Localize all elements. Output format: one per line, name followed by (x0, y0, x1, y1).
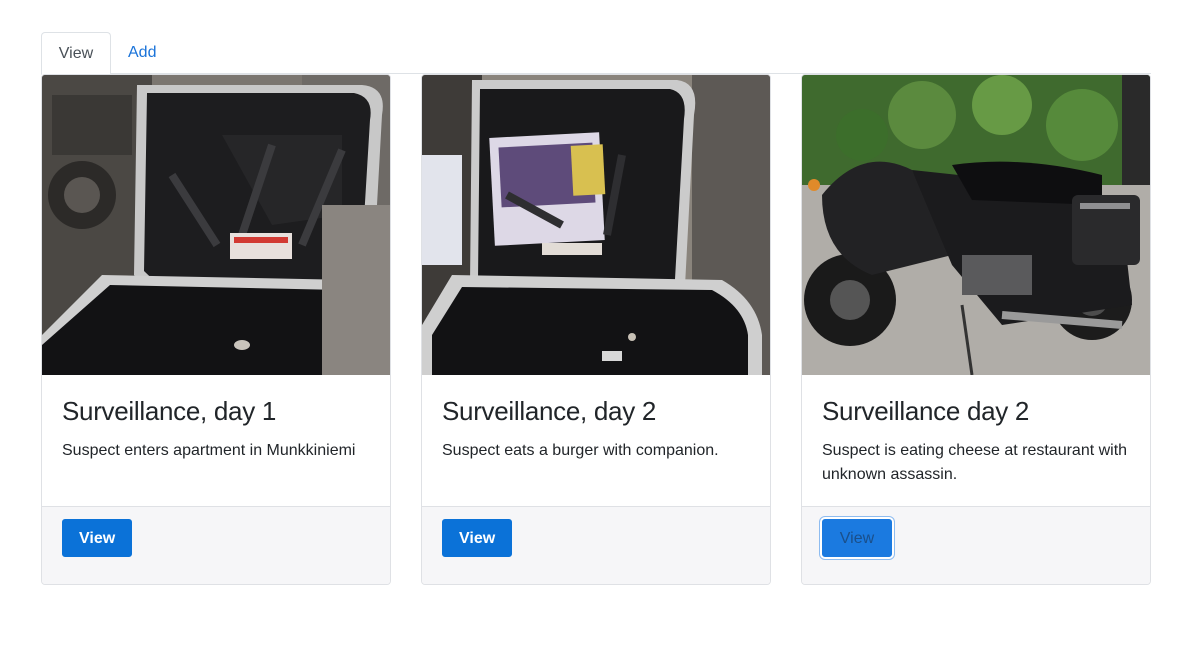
card-text: Suspect enters apartment in Munkkiniemi (62, 442, 356, 459)
view-button[interactable]: View (822, 519, 892, 557)
card-body: Surveillance day 2 Suspect is eating che… (802, 375, 1150, 506)
tab-add[interactable]: Add (112, 32, 172, 74)
card-body: Surveillance, day 2 Suspect eats a burge… (422, 375, 770, 506)
card-title: Surveillance, day 2 (442, 396, 656, 426)
card-title: Surveillance day 2 (822, 396, 1030, 426)
card: Surveillance, day 1 Suspect enters apart… (41, 74, 391, 585)
card-image-motorcycle (802, 75, 1150, 375)
card-footer: View (42, 506, 390, 584)
card-body: Surveillance, day 1 Suspect enters apart… (42, 375, 390, 506)
card: Surveillance day 2 Suspect is eating che… (801, 74, 1151, 585)
card: Surveillance, day 2 Suspect eats a burge… (421, 74, 771, 585)
card-text: Suspect is eating cheese at restaurant w… (822, 442, 1128, 483)
card-footer: View (422, 506, 770, 584)
card-image-saddlebag-manual (422, 75, 770, 375)
tab-view[interactable]: View (41, 32, 111, 75)
card-image-saddlebag (42, 75, 390, 375)
card-text: Suspect eats a burger with companion. (442, 442, 719, 459)
nav-tabs: View Add (41, 32, 1151, 75)
card-footer: View (802, 506, 1150, 584)
view-button[interactable]: View (442, 519, 513, 557)
card-title: Surveillance, day 1 (62, 396, 276, 426)
view-button[interactable]: View (62, 519, 133, 557)
